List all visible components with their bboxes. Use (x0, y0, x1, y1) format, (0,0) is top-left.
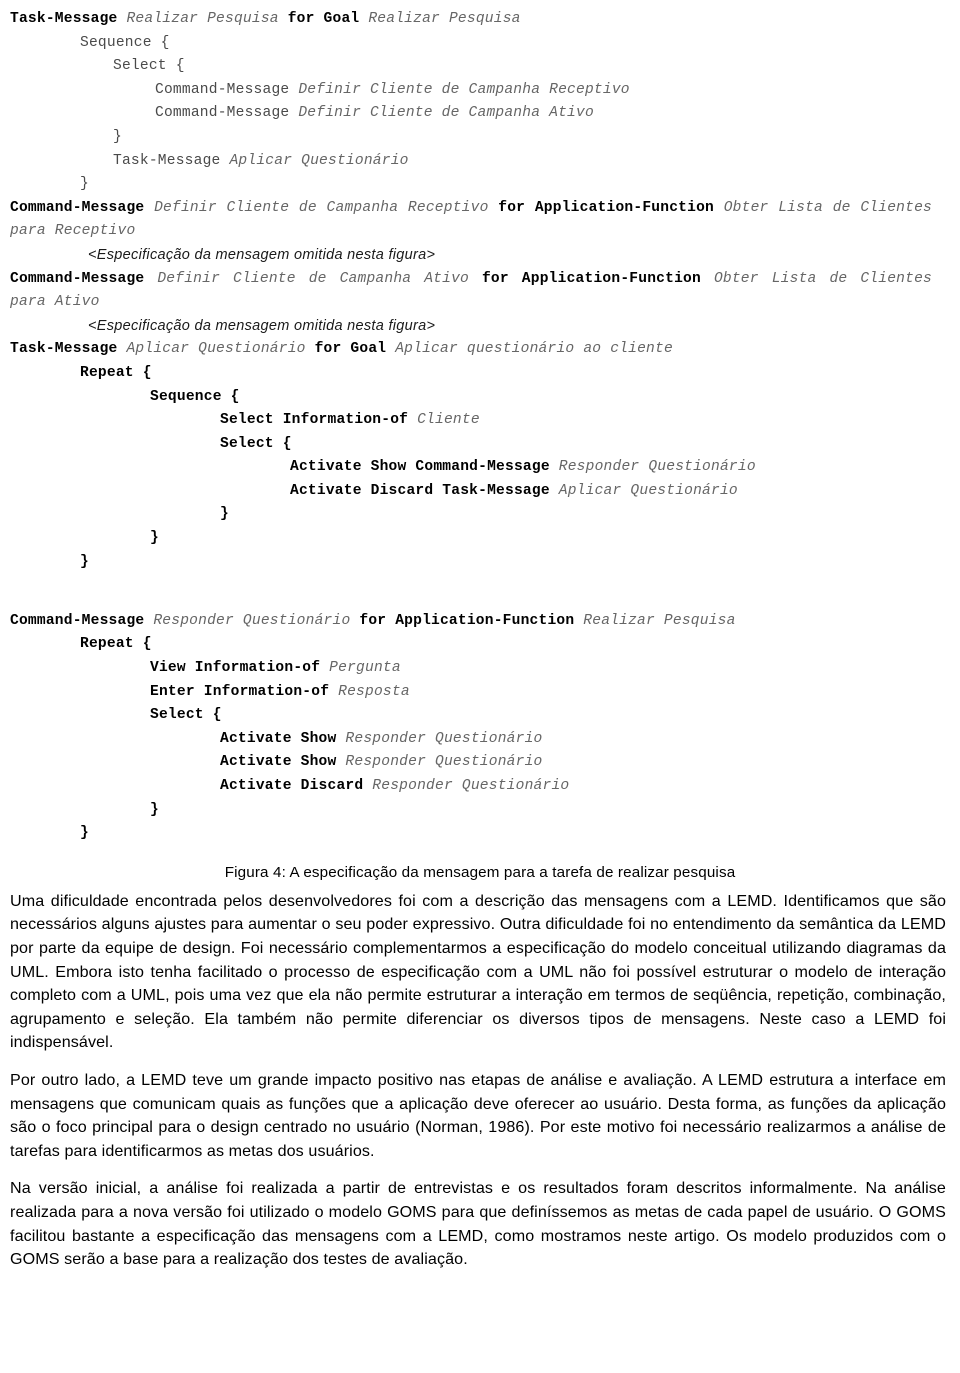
spec-token-val: Realizar Pesquisa (359, 11, 521, 27)
spec-token-val: Aplicar Questionário (117, 341, 315, 358)
spec-token-kw: for Application-Function (359, 612, 575, 629)
spec-token-val: Cliente (408, 412, 480, 429)
spec-token-plain: Command-Message (155, 81, 299, 98)
spec-token-val: Realizar Pesquisa (574, 612, 736, 629)
spec-token-val: Aplicar questionário ao cliente (386, 341, 673, 358)
spec-token-val: Definir Cliente de Campanha Receptivo (144, 199, 499, 216)
spec-token-kw: Sequence { (150, 388, 240, 405)
spec-token-kw: } (80, 553, 89, 570)
spec-blank-separator-2 (10, 598, 946, 610)
spec-token-kw: Task-Message (10, 341, 118, 358)
spec-token-val: Responder Questionário (336, 730, 543, 747)
spec-code-line: Activate Show Command-Message Responder … (10, 456, 946, 480)
spec-header-task-aplicar-questionario: Task-Message Aplicar Questionário for Go… (10, 338, 946, 362)
spec-token-kw: Command-Message (10, 270, 145, 287)
spec-code-line: View Information-of Pergunta (10, 657, 946, 681)
spec-token-kw: } (150, 801, 159, 818)
spec-code-line: } (10, 126, 946, 150)
spec-code-line: } (10, 527, 946, 551)
spec-token-kw: Activate Show (220, 730, 337, 747)
omitted-spec-note-receptivo: <Especificação da mensagem omitida nesta… (88, 246, 436, 263)
spec-token-kw: Select { (150, 707, 222, 724)
spec-code-line: Select { (10, 704, 946, 728)
spec-code-line: Select { (10, 55, 946, 79)
spec-code-line: Task-Message Aplicar Questionário (10, 150, 946, 174)
omitted-spec-note-ativo: <Especificação da mensagem omitida nesta… (88, 317, 436, 334)
spec-block-task-realizar-pesquisa: Task-Message Realizar Pesquisa for Goal … (10, 8, 946, 197)
spec-code-line: } (10, 503, 946, 527)
figure-caption: Figura 4: A especificação da mensagem pa… (224, 863, 736, 881)
spec-token-val: Definir Cliente de Campanha Ativo (144, 270, 482, 287)
spec-code-line: } (10, 173, 946, 197)
spec-code-line: } (10, 822, 946, 846)
spec-token-kw: Repeat { (80, 636, 152, 653)
spec-token-kw: } (80, 825, 89, 842)
spec-header-command-message-responder: Command-Message Responder Questionário f… (10, 610, 946, 634)
spec-code-line: Task-Message Realizar Pesquisa for Goal … (10, 8, 946, 32)
spec-line-command-message-receptivo: Command-Message Definir Cliente de Campa… (10, 197, 946, 244)
spec-code-line: Enter Information-of Resposta (10, 681, 946, 705)
spec-code-line: Repeat { (10, 362, 946, 386)
spec-code-line: Command-Message Definir Cliente de Campa… (10, 102, 946, 126)
specification-figure: Task-Message Realizar Pesquisa for Goal … (0, 0, 960, 846)
spec-token-kw: for Application-Function (481, 270, 701, 287)
spec-token-val: Responder Questionário (363, 778, 570, 794)
paragraph: Na versão inicial, a análise foi realiza… (10, 1179, 946, 1269)
spec-token-val: Responder Questionário (336, 754, 543, 771)
spec-blank-separator-1 (10, 574, 946, 598)
spec-token-val: Aplicar Questionário (229, 152, 409, 169)
document-page: Task-Message Realizar Pesquisa for Goal … (0, 0, 960, 1373)
spec-token-val: Resposta (329, 683, 410, 700)
spec-code-line: Select Information-of Cliente (10, 409, 946, 433)
spec-block-aplicar-questionario: Repeat { Sequence { Select Information-of … (10, 362, 946, 574)
spec-token-plain: } (113, 128, 122, 145)
spec-code-line: Sequence { (10, 386, 946, 410)
spec-token-kw: Repeat { (80, 364, 152, 381)
spec-token-kw: View Information-of (150, 660, 321, 677)
spec-code-line: Activate Show Responder Questionário (10, 728, 946, 752)
paragraph: Por outro lado, a LEMD teve um grande im… (10, 1070, 946, 1160)
spec-token-kw: Select Information-of (220, 412, 409, 429)
spec-code-line: Repeat { (10, 633, 946, 657)
spec-token-plain: } (80, 176, 89, 193)
spec-token-kw: Activate Show (220, 754, 337, 771)
spec-token-kw: Activate Discard Task-Message (290, 482, 550, 499)
spec-token-kw: Task-Message (10, 11, 118, 27)
spec-token-val: Responder Questionário (549, 459, 756, 476)
spec-code-line: } (10, 551, 946, 575)
spec-token-plain: Sequence { (80, 34, 170, 51)
spec-token-val: Responder Questionário (144, 612, 360, 629)
spec-token-kw: Command-Message (10, 199, 145, 216)
spec-code-line: Sequence { (10, 32, 946, 56)
spec-token-kw: Select { (220, 435, 292, 452)
spec-token-plain: Command-Message (155, 105, 299, 122)
spec-token-kw: for Goal (287, 11, 360, 27)
spec-token-val: Definir Cliente de Campanha Ativo (298, 105, 594, 122)
spec-block-responder-questionario: Repeat {View Information-of Pergunta Ente… (10, 633, 946, 845)
spec-token-kw: } (220, 506, 229, 523)
spec-token-val: Aplicar Questionário (549, 482, 738, 499)
spec-token-val: Definir Cliente de Campanha Receptivo (298, 81, 630, 98)
spec-code-line: Activate Show Responder Questionário (10, 751, 946, 775)
spec-code-line: } (10, 799, 946, 823)
spec-token-kw: Activate Discard (220, 778, 364, 794)
spec-token-kw: for Goal (314, 341, 387, 358)
spec-token-val: Pergunta (320, 660, 401, 677)
spec-code-line: Command-Message Definir Cliente de Campa… (10, 79, 946, 103)
spec-token-val: Realizar Pesquisa (117, 11, 288, 27)
spec-token-plain: Select { (113, 58, 185, 75)
spec-token-kw: Enter Information-of (150, 683, 330, 700)
spec-code-line: Select { (10, 433, 946, 457)
spec-token-kw: } (150, 530, 159, 547)
spec-code-line: Activate Discard Task-Message Aplicar Qu… (10, 480, 946, 504)
spec-token-kw: for Application-Function (498, 199, 714, 216)
spec-token-kw: Activate Show Command-Message (290, 459, 550, 476)
spec-code-line: Activate Discard Responder Questionário (10, 775, 946, 799)
body-text: Uma dificuldade encontrada pelos desenvo… (0, 890, 960, 1272)
paragraph: Uma dificuldade encontrada pelos desenvo… (10, 891, 946, 1052)
spec-token-plain: Task-Message (113, 152, 230, 169)
spec-token-kw: Command-Message (10, 612, 145, 629)
spec-line-command-message-ativo: Command-Message Definir Cliente de Campa… (10, 268, 946, 315)
